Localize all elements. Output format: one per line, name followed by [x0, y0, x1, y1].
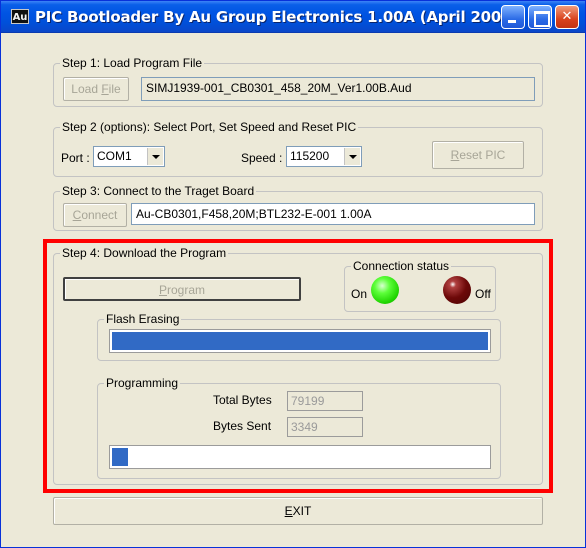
chevron-down-icon[interactable]: [147, 148, 163, 165]
speed-value: 115200: [290, 149, 330, 163]
exit-button[interactable]: EXIT: [53, 497, 543, 525]
total-bytes-label: Total Bytes: [213, 393, 272, 407]
step3-label: Step 3: Connect to the Traget Board: [60, 184, 257, 198]
port-label: Port :: [61, 151, 90, 165]
connection-on-led-icon: [371, 276, 399, 304]
step1-label: Step 1: Load Program File: [60, 56, 205, 70]
close-button[interactable]: ✕: [555, 5, 579, 29]
flash-erasing-progress-fill: [112, 332, 488, 350]
programming-progress-fill: [112, 448, 128, 466]
file-path-field: SIMJ1939-001_CB0301_458_20M_Ver1.00B.Aud: [141, 77, 535, 101]
chevron-down-icon[interactable]: [344, 148, 360, 165]
connection-status-label: Connection status: [351, 259, 452, 273]
board-info-field: Au-CB0301,F458,20M;BTL232-E-001 1.00A: [131, 203, 535, 225]
bootloader-window: Au PIC Bootloader By Au Group Electronic…: [0, 0, 586, 548]
maximize-button[interactable]: [528, 5, 552, 29]
step2-label: Step 2 (options): Select Port, Set Speed…: [60, 120, 359, 134]
load-file-button[interactable]: Load File: [63, 77, 129, 101]
bytes-sent-label: Bytes Sent: [213, 419, 272, 433]
connect-button[interactable]: Connect: [63, 203, 127, 227]
flash-erasing-progress: [109, 329, 491, 353]
window-title: PIC Bootloader By Au Group Electronics 1…: [35, 8, 519, 26]
programming-label: Programming: [104, 376, 181, 390]
total-bytes-field: 79199: [287, 391, 363, 411]
step4-label: Step 4: Download the Program: [60, 246, 229, 260]
close-icon: ✕: [561, 9, 573, 24]
connection-on-label: On: [351, 287, 368, 301]
speed-label: Speed :: [241, 151, 283, 165]
port-select[interactable]: COM1: [93, 146, 165, 167]
connection-off-led-icon: [443, 276, 471, 304]
bytes-sent-field: 3349: [287, 417, 363, 437]
app-icon: Au: [11, 9, 29, 24]
flash-erasing-label: Flash Erasing: [104, 312, 182, 326]
minimize-button[interactable]: [501, 5, 525, 29]
port-value: COM1: [97, 149, 132, 163]
title-bar[interactable]: Au PIC Bootloader By Au Group Electronic…: [1, 1, 585, 33]
reset-pic-button[interactable]: Reset PIC: [432, 141, 524, 169]
program-button[interactable]: Program: [63, 277, 301, 301]
connection-off-label: Off: [475, 287, 491, 301]
speed-select[interactable]: 115200: [286, 146, 362, 167]
programming-progress: [109, 445, 491, 469]
